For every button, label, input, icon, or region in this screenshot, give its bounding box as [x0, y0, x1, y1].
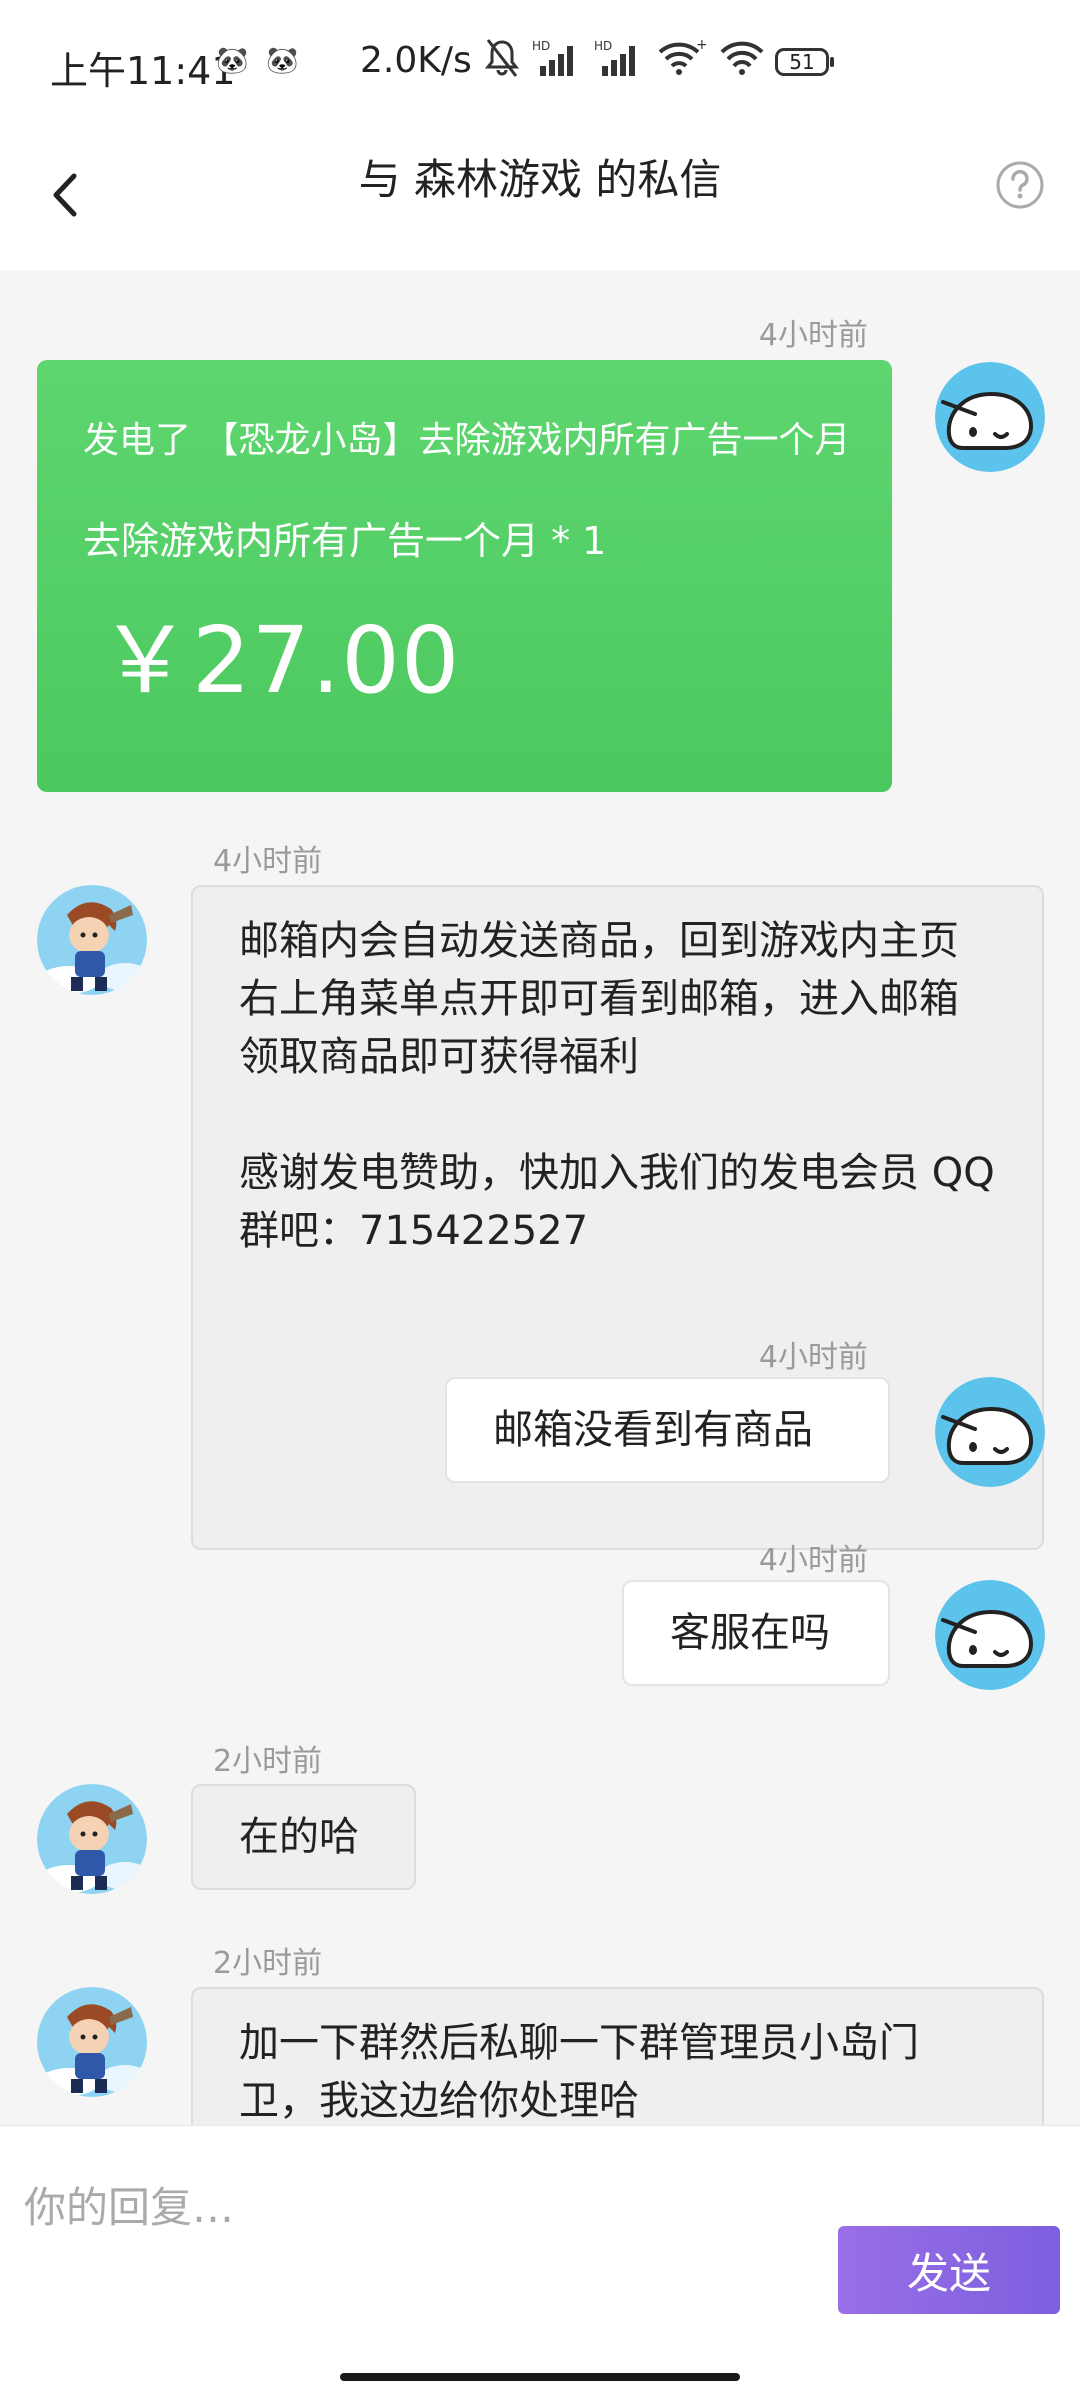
- reply-input[interactable]: [22, 2171, 926, 2243]
- message-timestamp: 4小时前: [758, 1340, 868, 1375]
- signal-hd-icon: HD: [594, 39, 635, 76]
- message-text: 邮箱内会自动发送商品，回到游戏内主页右上角菜单点开即可看到邮箱，进入邮箱领取商品…: [239, 918, 995, 1254]
- help-button[interactable]: [990, 155, 1050, 215]
- chat-area[interactable]: 4小时前 发电了 【恐龙小岛】去除游戏内所有广告一个月 去除游戏内所有广告一个月…: [0, 270, 1080, 2125]
- other-avatar[interactable]: [37, 1987, 147, 2097]
- other-avatar[interactable]: [37, 1784, 147, 1894]
- message-timestamp: 4小时前: [758, 318, 868, 353]
- reply-bar: 发送: [0, 2125, 1080, 2401]
- order-quantity: 去除游戏内所有广告一个月 * 1: [83, 519, 607, 563]
- message-timestamp: 2小时前: [213, 1946, 323, 1981]
- status-time: 上午11:41: [50, 49, 236, 93]
- home-indicator[interactable]: [340, 2373, 740, 2381]
- other-avatar[interactable]: [37, 885, 147, 995]
- bell-off-icon: [484, 39, 520, 77]
- self-avatar[interactable]: [935, 1580, 1045, 1690]
- game-character-avatar-icon: [37, 1784, 147, 1894]
- self-avatar[interactable]: [935, 1377, 1045, 1487]
- wifi-plus-icon: +: [658, 38, 706, 75]
- message-timestamp: 2小时前: [213, 1744, 323, 1779]
- game-character-avatar-icon: [37, 885, 147, 995]
- battery-icon: 51: [775, 48, 834, 76]
- send-button[interactable]: 发送: [838, 2226, 1060, 2314]
- network-speed: 2.0K/s: [360, 40, 472, 81]
- wifi-icon: [720, 41, 764, 75]
- signal-hd-icon: HD: [532, 39, 573, 76]
- ghost-avatar-icon: [935, 1580, 1045, 1690]
- game-character-avatar-icon: [37, 1987, 147, 2097]
- self-avatar[interactable]: [935, 362, 1045, 472]
- ghost-avatar-icon: [935, 1377, 1045, 1487]
- message-bubble[interactable]: 客服在吗: [622, 1580, 890, 1686]
- svg-text:+: +: [696, 38, 706, 53]
- battery-level: 51: [789, 50, 815, 74]
- message-text: 客服在吗: [670, 1610, 830, 1656]
- order-price: ￥27.00: [99, 607, 461, 714]
- message-bubble[interactable]: 在的哈: [191, 1784, 416, 1890]
- help-circle-icon: [996, 161, 1044, 209]
- svg-text:HD: HD: [594, 39, 612, 53]
- message-text: 加一下群然后私聊一下群管理员小岛门卫，我这边给你处理哈: [239, 2020, 919, 2124]
- message-bubble[interactable]: 加一下群然后私聊一下群管理员小岛门卫，我这边给你处理哈: [191, 1987, 1044, 2125]
- status-bar: 上午11:41 🐼 🐼 2.0K/s HD HD + 51: [0, 0, 1080, 125]
- message-timestamp: 4小时前: [213, 844, 323, 879]
- message-text: 邮箱没看到有商品: [493, 1407, 813, 1453]
- message-bubble[interactable]: 邮箱没看到有商品: [445, 1377, 890, 1483]
- page-title: 与 森林游戏 的私信: [358, 155, 722, 204]
- ghost-avatar-icon: [935, 362, 1045, 472]
- message-timestamp: 4小时前: [758, 1543, 868, 1578]
- message-text: 在的哈: [239, 1814, 359, 1860]
- title-bar: 与 森林游戏 的私信: [0, 125, 1080, 270]
- notification-emoji-icon: 🐼: [216, 46, 249, 76]
- order-card[interactable]: 发电了 【恐龙小岛】去除游戏内所有广告一个月 去除游戏内所有广告一个月 * 1 …: [37, 360, 892, 792]
- order-product: 发电了 【恐龙小岛】去除游戏内所有广告一个月: [83, 420, 851, 461]
- notification-emoji-icon: 🐼: [266, 46, 299, 76]
- svg-text:HD: HD: [532, 39, 550, 53]
